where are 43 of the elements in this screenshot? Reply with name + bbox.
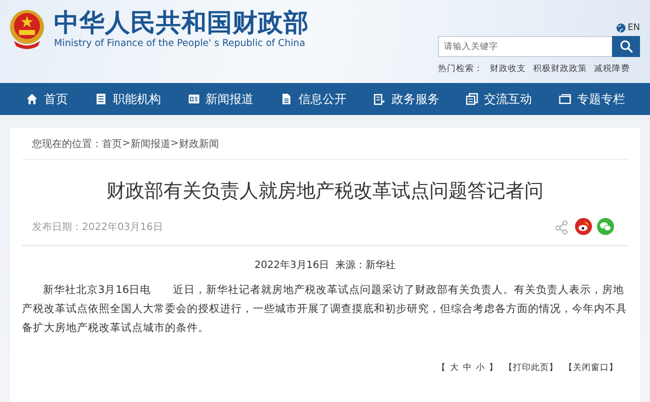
clipboard-icon (372, 92, 386, 106)
language-link[interactable]: EN (628, 23, 640, 33)
weibo-icon[interactable] (575, 218, 592, 235)
nav-item[interactable]: 政务服务 (372, 90, 440, 108)
breadcrumb-separator: > (122, 138, 130, 149)
nav-item[interactable]: 交流互动 (465, 90, 532, 108)
breadcrumb-label: 您现在的位置： (32, 138, 102, 150)
breadcrumb-link[interactable]: 首页 (102, 136, 122, 150)
font-size-link[interactable]: 大 (450, 362, 459, 374)
emblem-icon (8, 8, 46, 50)
newspaper-icon (186, 92, 201, 106)
page-action-link[interactable]: 【打印此页】 (504, 362, 558, 374)
article-title: 财政部有关负责人就房地产税改革试点问题答记者问 (106, 179, 544, 204)
nav-item[interactable]: 专题专栏 (558, 90, 625, 108)
list-icon (94, 92, 108, 106)
hot-search-link[interactable]: 财政收支 (490, 63, 526, 75)
nav-item[interactable]: 职能机构 (94, 90, 161, 108)
search-button[interactable] (612, 36, 640, 57)
breadcrumb-separator: > (170, 138, 179, 149)
page-action-link[interactable]: 【关闭窗口】 (564, 362, 618, 374)
nav-item[interactable]: 首页 (24, 90, 68, 108)
hot-search-label: 热门检索： (438, 63, 483, 75)
site-subtitle: Ministry of Finance of the People' s Republic of China (54, 38, 306, 49)
bracket: 】 (489, 362, 498, 374)
article-body: 新华社北京3月16日电 近日，新华社记者就房地产税改革试点问题采访了财政部有关负责人。有关负责人表示，房地产税改革试点依照全国人大常委会的授权进行，一些城市开展了调查摸底和初步研究，但综合考虑各方面的情况，今年内不具备扩大房地产税改革试点城市的条件。 (22, 283, 628, 336)
publish-date: 发布日期：2022年03月16日 (32, 220, 163, 234)
search-icon (620, 40, 632, 53)
bracket: 【 (437, 362, 446, 374)
wechat-icon[interactable] (597, 218, 614, 235)
site-title: 中华人民共和国财政部 (54, 8, 309, 38)
breadcrumb-link[interactable]: 财政新闻 (178, 136, 219, 150)
hot-search-link[interactable]: 减税降费 (594, 63, 630, 75)
hot-search-link[interactable]: 积极财政政策 (533, 63, 587, 75)
home-icon (24, 92, 39, 106)
window-icon (558, 92, 572, 106)
nav-item[interactable]: 新闻报道 (186, 90, 254, 108)
breadcrumb-link[interactable]: 新闻报道 (130, 136, 170, 150)
pages-icon (465, 92, 480, 106)
nav-item[interactable]: 信息公开 (279, 90, 346, 108)
source-line: 2022年3月16日 来源：新华社 (254, 258, 396, 272)
font-size-link[interactable]: 小 (476, 362, 485, 374)
globe-icon (616, 23, 626, 33)
font-size-link[interactable]: 中 (463, 362, 472, 374)
